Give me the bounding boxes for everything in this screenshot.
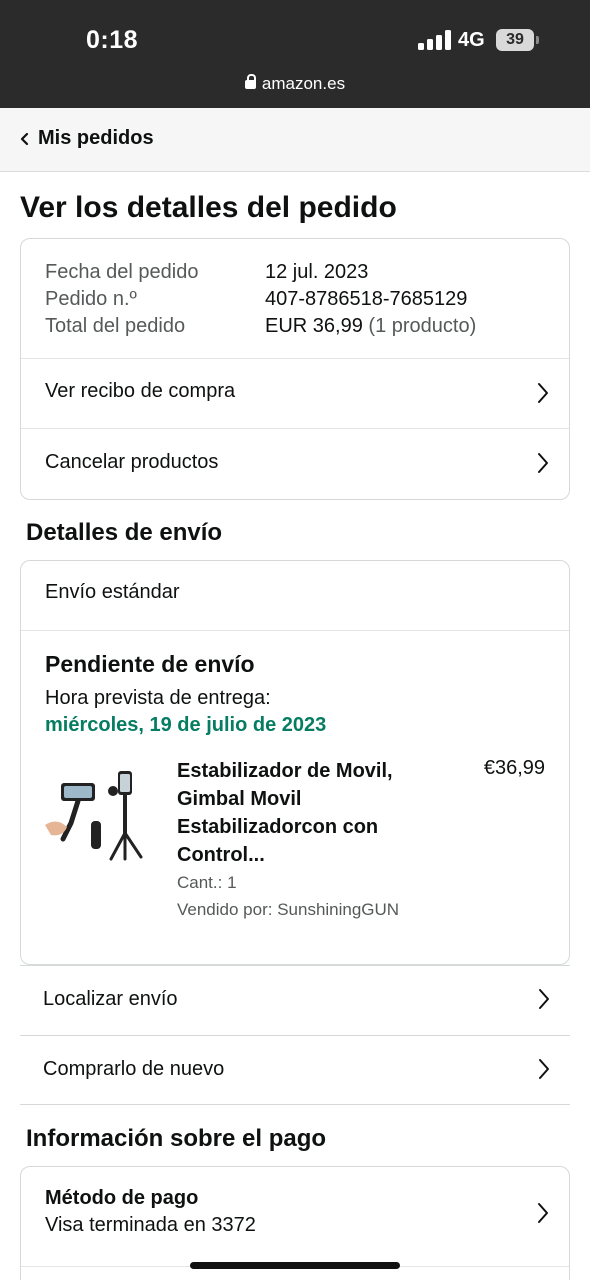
shipping-section-title: Detalles de envío [26,519,223,546]
chevron-right-icon [538,1203,548,1223]
buy-again-row[interactable]: Comprarlo de nuevo [20,1035,570,1105]
order-total-count: (1 producto) [368,315,477,337]
page-title: Ver los detalles del pedido [20,191,397,224]
back-nav[interactable]: Mis pedidos [0,108,590,172]
order-total-value: EUR 36,99 (1 producto) [265,315,476,338]
delivery-date: miércoles, 19 de julio de 2023 [45,714,327,736]
track-package-label: Localizar envío [43,988,178,1010]
chevron-right-icon [538,453,548,473]
product-title-link[interactable]: Estabilizador de Movil, Gimbal Movil Est… [177,757,427,869]
payment-method-label: Método de pago [45,1187,199,1209]
product-quantity: Cant.: 1 [177,873,237,892]
network-type: 4G [458,29,485,51]
shipment-divider [21,630,569,631]
status-bar: 0:18 4G 39 amazon.es [0,0,590,108]
chevron-right-icon [538,383,548,403]
cellular-signal-icon [418,30,452,50]
order-total-label: Total del pedido [45,315,186,337]
order-number-label: Pedido n.º [45,288,137,310]
cancel-items-label: Cancelar productos [45,451,219,473]
shipment-status: Pendiente de envío [45,651,255,677]
product-price: €36,99 [483,757,545,779]
chevron-left-icon [20,132,29,146]
payment-section-title: Información sobre el pago [26,1125,327,1152]
order-number-value: 407-8786518-7685129 [265,288,468,310]
order-date-value: 12 jul. 2023 [265,261,369,283]
shipping-method: Envío estándar [45,581,180,603]
order-date-label: Fecha del pedido [45,261,199,283]
buy-again-label: Comprarlo de nuevo [43,1058,225,1080]
address-bar[interactable]: amazon.es [0,74,590,94]
battery-level: 39 [496,29,534,51]
back-link-label: Mis pedidos [38,127,154,149]
shipment-card: Envío estándar Pendiente de envío Hora p… [20,560,570,965]
url-text: amazon.es [261,74,346,93]
chevron-right-icon [539,1059,549,1079]
order-total-amount: EUR 36,99 [265,315,363,337]
payment-method-value: Visa terminada en 3372 [45,1214,256,1236]
view-receipt-label: Ver recibo de compra [45,380,236,402]
track-package-row[interactable]: Localizar envío [20,965,570,1035]
product-seller: Vendido por: SunshiningGUN [177,900,400,919]
order-summary-card: Fecha del pedido 12 jul. 2023 Pedido n.º… [20,238,570,500]
view-receipt-row[interactable]: Ver recibo de compra [21,358,569,428]
delivery-estimate-label: Hora prevista de entrega: [45,687,271,709]
home-indicator[interactable] [190,1262,400,1269]
lock-icon [244,74,256,89]
product-image[interactable] [43,763,153,863]
cancel-items-row[interactable]: Cancelar productos [21,428,569,500]
clock: 0:18 [86,26,139,54]
battery-icon: 39 [496,29,539,51]
chevron-right-icon [539,989,549,1009]
